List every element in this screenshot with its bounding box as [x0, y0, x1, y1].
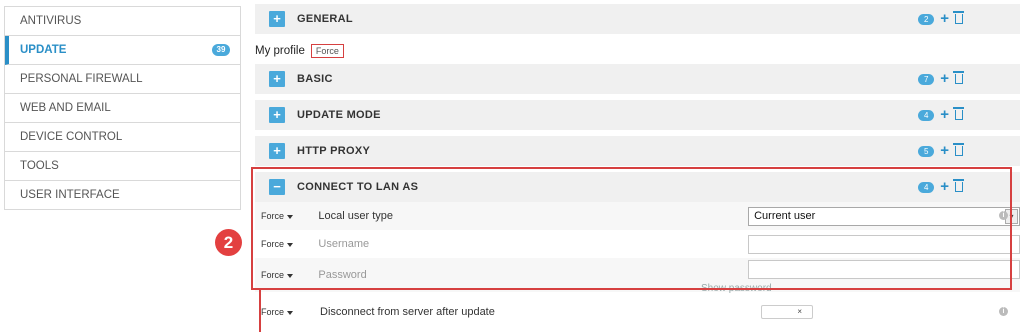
add-icon[interactable]: + — [940, 179, 949, 194]
field-label: Password — [318, 269, 367, 281]
expand-icon[interactable]: + — [269, 11, 285, 27]
sidebar-item-label: USER INTERFACE — [20, 189, 120, 201]
sidebar-item-tools[interactable]: TOOLS — [5, 152, 240, 181]
sidebar-item-personal-firewall[interactable]: PERSONAL FIREWALL — [5, 65, 240, 94]
trash-icon[interactable] — [953, 107, 964, 120]
toggle-off-icon: × — [797, 307, 802, 316]
force-label: Force — [261, 211, 285, 221]
caret-down-icon — [287, 273, 294, 278]
expand-icon[interactable]: + — [269, 71, 285, 87]
force-label: Force — [261, 239, 285, 249]
setting-row-disconnect: Force Disconnect from server after updat… — [255, 300, 1020, 324]
sidebar: ANTIVIRUS UPDATE 39 PERSONAL FIREWALL WEB… — [4, 6, 241, 210]
expand-icon[interactable]: + — [269, 143, 285, 159]
sidebar-item-label: UPDATE — [20, 44, 67, 56]
add-icon[interactable]: + — [940, 107, 949, 122]
expand-icon[interactable]: + — [269, 107, 285, 123]
count-badge: 4 — [918, 109, 935, 121]
section-update-mode[interactable]: + UPDATE MODE 4 + — [255, 100, 1020, 130]
sidebar-item-label: ANTIVIRUS — [20, 15, 82, 27]
disconnect-toggle[interactable]: × — [761, 305, 813, 319]
count-badge: 5 — [918, 145, 935, 157]
annotation-line — [259, 289, 261, 332]
callout-badge: 2 — [215, 229, 242, 256]
local-user-type-select[interactable]: Current user ▾ — [748, 206, 1020, 226]
trash-icon[interactable] — [953, 71, 964, 84]
section-actions: 4 + — [918, 107, 964, 122]
section-http-proxy[interactable]: + HTTP PROXY 5 + — [255, 136, 1020, 166]
section-actions: 5 + — [918, 143, 964, 158]
collapse-icon[interactable]: − — [269, 179, 285, 195]
section-actions: 7 + — [918, 71, 964, 86]
force-label: Force — [261, 307, 285, 317]
section-title: BASIC — [297, 73, 333, 85]
count-badge: 4 — [918, 181, 935, 193]
sidebar-item-antivirus[interactable]: ANTIVIRUS — [5, 7, 240, 36]
section-actions: 4 + — [918, 179, 964, 194]
force-label: Force — [261, 270, 285, 280]
field-label: Username — [318, 238, 370, 250]
caret-down-icon — [287, 242, 294, 247]
section-title: HTTP PROXY — [297, 145, 371, 157]
sidebar-item-user-interface[interactable]: USER INTERFACE — [5, 181, 240, 210]
password-input[interactable] — [748, 259, 1020, 279]
caret-down-icon — [287, 310, 294, 315]
force-dropdown[interactable]: Force — [261, 270, 313, 280]
sidebar-item-update[interactable]: UPDATE 39 — [5, 36, 240, 65]
trash-icon[interactable] — [953, 179, 964, 192]
sidebar-item-label: WEB AND EMAIL — [20, 102, 111, 114]
count-badge: 7 — [918, 73, 935, 85]
section-title: UPDATE MODE — [297, 109, 381, 121]
add-icon[interactable]: + — [940, 71, 949, 86]
sidebar-item-label: PERSONAL FIREWALL — [20, 73, 143, 85]
count-badge: 39 — [212, 44, 230, 56]
info-icon[interactable]: i — [999, 307, 1008, 316]
sidebar-item-label: TOOLS — [20, 160, 59, 172]
count-badge: 2 — [918, 13, 935, 25]
section-title: CONNECT TO LAN AS — [297, 181, 419, 193]
add-icon[interactable]: + — [940, 143, 949, 158]
caret-down-icon — [287, 214, 294, 219]
trash-icon[interactable] — [953, 11, 964, 24]
force-dropdown[interactable]: Force — [261, 239, 313, 249]
username-input[interactable] — [748, 234, 1020, 254]
sidebar-item-web-and-email[interactable]: WEB AND EMAIL — [5, 94, 240, 123]
profile-label: My profile — [255, 45, 305, 57]
force-tag[interactable]: Force — [310, 44, 344, 58]
profile-row: My profile Force — [255, 44, 344, 58]
info-icon[interactable]: i — [999, 211, 1008, 220]
section-connect-to-lan-as[interactable]: − CONNECT TO LAN AS 4 + — [255, 172, 1020, 202]
section-basic[interactable]: + BASIC 7 + — [255, 64, 1020, 94]
show-password-link[interactable]: Show password — [701, 283, 772, 294]
sidebar-item-device-control[interactable]: DEVICE CONTROL — [5, 123, 240, 152]
add-icon[interactable]: + — [940, 11, 949, 26]
force-dropdown[interactable]: Force — [261, 211, 313, 221]
select-value: Current user — [754, 210, 816, 222]
force-dropdown[interactable]: Force — [261, 307, 315, 317]
trash-icon[interactable] — [953, 143, 964, 156]
field-label: Local user type — [318, 210, 393, 222]
sidebar-item-label: DEVICE CONTROL — [20, 131, 123, 143]
setting-row-local-user-type: Force Local user type Current user ▾ i — [255, 202, 1020, 230]
setting-row-password: Force Password — [255, 258, 1020, 292]
field-label: Disconnect from server after update — [320, 306, 495, 318]
section-actions: 2 + — [918, 11, 964, 26]
section-general[interactable]: + GENERAL 2 + — [255, 4, 1020, 34]
section-title: GENERAL — [297, 13, 353, 25]
setting-row-username: Force Username — [255, 230, 1020, 258]
